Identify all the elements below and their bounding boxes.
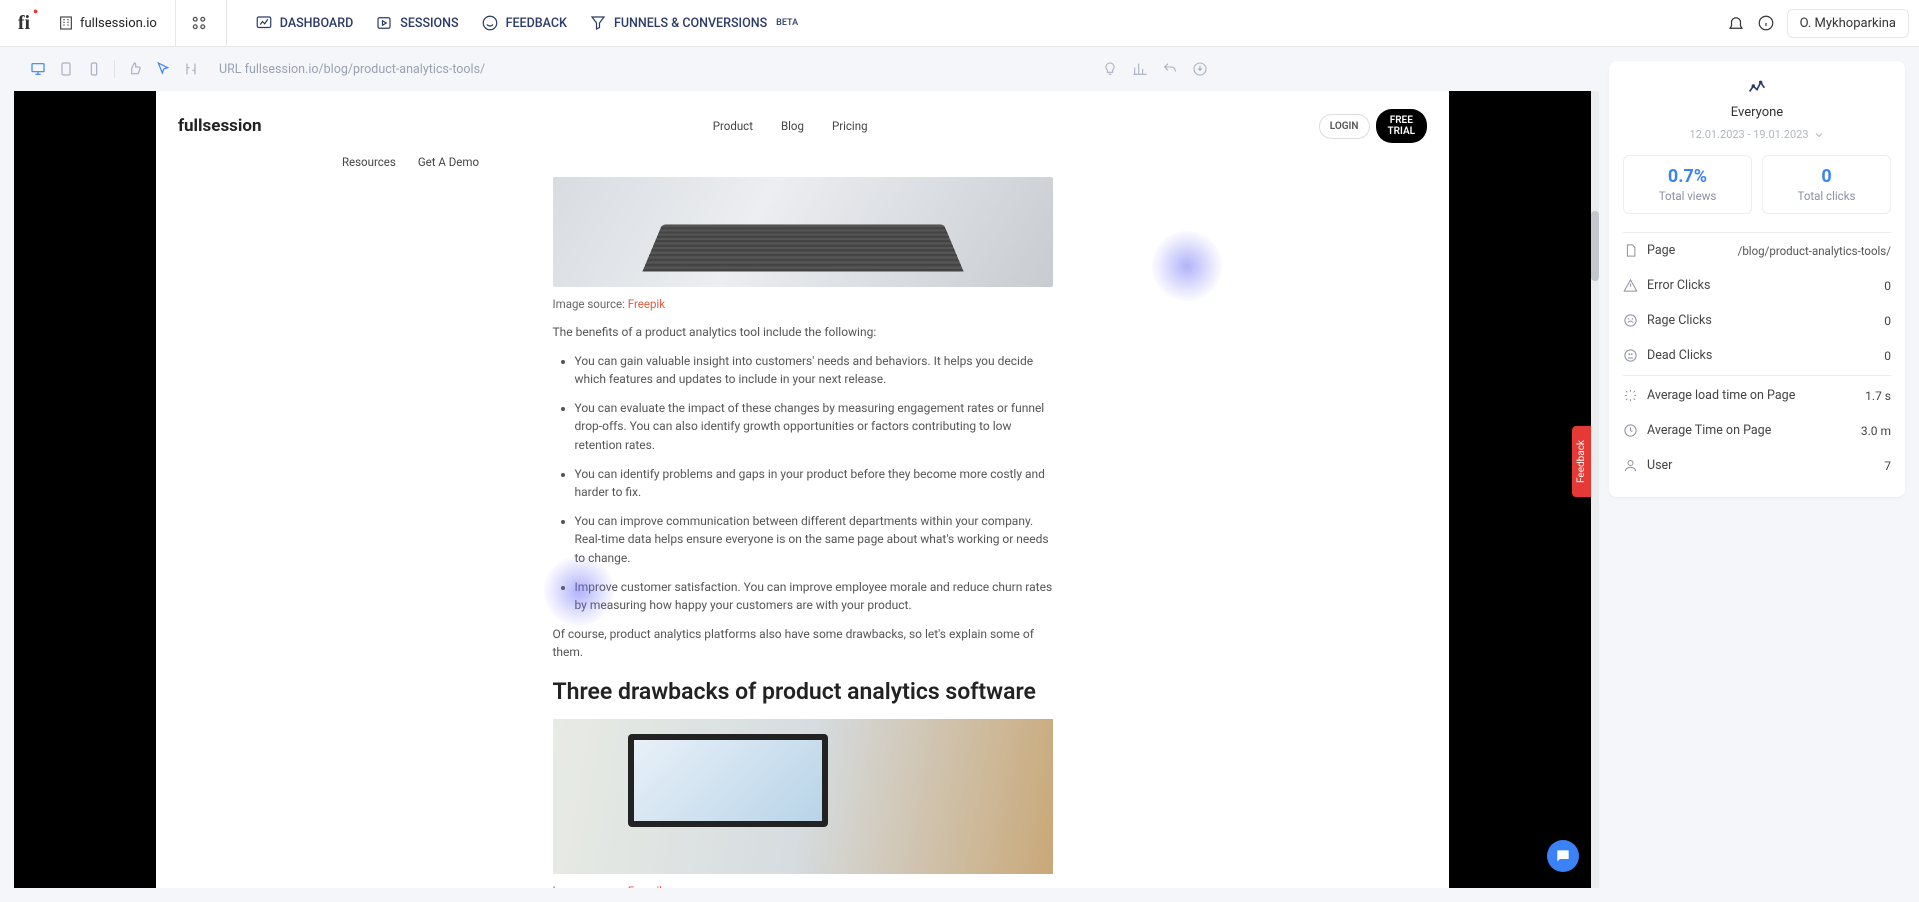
dashboard-icon xyxy=(255,14,273,32)
info-icon[interactable] xyxy=(1757,14,1775,32)
site-selector[interactable]: fullsession.io xyxy=(58,15,157,31)
clock-icon xyxy=(1623,423,1638,438)
analytics-icon xyxy=(1746,75,1768,97)
embedded-page-nav: fullsession Product Blog Pricing LOGIN F… xyxy=(156,109,1449,151)
rage-icon xyxy=(1623,313,1638,328)
page-canvas[interactable]: fullsession Product Blog Pricing LOGIN F… xyxy=(156,91,1449,888)
main-nav: DASHBOARD SESSIONS FEEDBACK FUNNELS & CO… xyxy=(255,0,798,46)
bullet-item: Improve customer satisfaction. You can i… xyxy=(575,578,1053,615)
device-desktop-button[interactable] xyxy=(28,59,48,79)
chat-icon xyxy=(1555,848,1571,864)
loader-icon xyxy=(1623,388,1638,403)
freepik-link-2[interactable]: Freepik xyxy=(628,884,665,888)
stat-avg-time: Average Time on Page 3.0 m xyxy=(1623,413,1891,448)
page-icon xyxy=(1623,243,1638,258)
device-tablet-button[interactable] xyxy=(56,59,76,79)
grid-icon xyxy=(190,14,208,32)
chart-button[interactable] xyxy=(1130,59,1150,79)
app-header: fi• fullsession.io DASHBOARD SESSIONS FE… xyxy=(0,0,1919,47)
total-clicks-card: 0 Total clicks xyxy=(1762,155,1891,214)
user-icon xyxy=(1623,458,1638,473)
article-body: Image source: Freepik The benefits of a … xyxy=(543,177,1063,888)
stat-list: Page /blog/product-analytics-tools/ Erro… xyxy=(1623,232,1891,483)
funnel-icon xyxy=(589,14,607,32)
article-heading: Three drawbacks of product analytics sof… xyxy=(553,678,1053,707)
nav-dashboard[interactable]: DASHBOARD xyxy=(255,14,353,32)
stat-error-clicks: Error Clicks 0 xyxy=(1623,268,1891,303)
url-display: URL fullsession.io/blog/product-analytic… xyxy=(219,62,485,77)
apps-switcher[interactable] xyxy=(190,0,227,46)
user-menu[interactable]: O. Mykhoparkina xyxy=(1787,9,1909,38)
play-icon xyxy=(375,14,393,32)
intro-paragraph: The benefits of a product analytics tool… xyxy=(553,323,1053,342)
bullet-item: You can improve communication between di… xyxy=(575,512,1053,568)
embedded-menu: Product Blog Pricing xyxy=(713,119,868,133)
smile-icon xyxy=(481,14,499,32)
stat-load-time: Average load time on Page 1.7 s xyxy=(1623,378,1891,413)
image-caption-2: Image source: Freepik xyxy=(553,884,1053,888)
header-right: O. Mykhoparkina xyxy=(1727,9,1909,38)
menu-blog[interactable]: Blog xyxy=(781,119,804,133)
stat-user: User 7 xyxy=(1623,448,1891,483)
date-range-selector[interactable]: 12.01.2023 - 19.01.2023 xyxy=(1623,128,1891,141)
chevron-down-icon xyxy=(1813,129,1825,141)
free-trial-button[interactable]: FREETRIAL xyxy=(1376,109,1428,143)
stat-page-value: /blog/product-analytics-tools/ xyxy=(1738,244,1891,258)
error-icon xyxy=(1623,278,1638,293)
nav-funnels[interactable]: FUNNELS & CONVERSIONSBETA xyxy=(589,14,798,32)
menu-demo[interactable]: Get A Demo xyxy=(418,155,479,169)
lightbulb-button[interactable] xyxy=(1100,59,1120,79)
stat-dead-clicks: Dead Clicks 0 xyxy=(1623,338,1891,373)
bullet-item: You can gain valuable insight into custo… xyxy=(575,352,1053,389)
bell-icon[interactable] xyxy=(1727,14,1745,32)
bullet-item: You can identify problems and gaps in yo… xyxy=(575,465,1053,502)
article-image-1 xyxy=(553,177,1053,287)
article-image-2 xyxy=(553,719,1053,874)
panel-title: Everyone xyxy=(1623,105,1891,120)
heatmap-toolbar: URL fullsession.io/blog/product-analytic… xyxy=(14,47,1224,91)
device-mobile-button[interactable] xyxy=(84,59,104,79)
total-clicks-label: Total clicks xyxy=(1769,189,1884,203)
dead-icon xyxy=(1623,348,1638,363)
cursor-button[interactable] xyxy=(153,59,173,79)
outro-paragraph: Of course, product analytics platforms a… xyxy=(553,625,1053,662)
freepik-link-1[interactable]: Freepik xyxy=(628,297,665,311)
download-button[interactable] xyxy=(1190,59,1210,79)
benefits-list: You can gain valuable insight into custo… xyxy=(553,352,1053,615)
chat-launcher[interactable] xyxy=(1547,840,1579,872)
image-caption-1: Image source: Freepik xyxy=(553,297,1053,311)
logo-block: fi• fullsession.io xyxy=(10,0,176,46)
total-views-card: 0.7% Total views xyxy=(1623,155,1752,214)
menu-product[interactable]: Product xyxy=(713,119,753,133)
feedback-tab[interactable]: Feedback xyxy=(1572,426,1591,497)
scrollbar[interactable] xyxy=(1591,91,1599,888)
analytics-sidebar: Everyone 12.01.2023 - 19.01.2023 0.7% To… xyxy=(1599,47,1919,902)
nav-feedback[interactable]: FEEDBACK xyxy=(481,14,567,32)
stat-page: Page /blog/product-analytics-tools/ xyxy=(1623,233,1891,268)
fullsession-logo[interactable]: fi• xyxy=(10,9,38,37)
nav-sessions[interactable]: SESSIONS xyxy=(375,14,458,32)
embedded-logo: fullsession xyxy=(178,116,262,136)
total-views-value: 0.7% xyxy=(1630,166,1745,187)
login-button[interactable]: LOGIN xyxy=(1319,114,1370,139)
heatmap-viewport: fullsession Product Blog Pricing LOGIN F… xyxy=(14,91,1591,888)
thumbs-up-button[interactable] xyxy=(125,59,145,79)
menu-pricing[interactable]: Pricing xyxy=(832,119,868,133)
building-icon xyxy=(58,15,74,31)
bullet-item: You can evaluate the impact of these cha… xyxy=(575,399,1053,455)
beta-badge: BETA xyxy=(776,18,798,28)
analytics-panel: Everyone 12.01.2023 - 19.01.2023 0.7% To… xyxy=(1609,61,1905,497)
undo-button[interactable] xyxy=(1160,59,1180,79)
stat-rage-clicks: Rage Clicks 0 xyxy=(1623,303,1891,338)
menu-resources[interactable]: Resources xyxy=(342,155,396,169)
total-clicks-value: 0 xyxy=(1769,166,1884,187)
adjust-button[interactable] xyxy=(181,59,201,79)
total-views-label: Total views xyxy=(1630,189,1745,203)
embedded-menu-row2: Resources Get A Demo xyxy=(156,155,1449,169)
site-name: fullsession.io xyxy=(80,16,157,31)
